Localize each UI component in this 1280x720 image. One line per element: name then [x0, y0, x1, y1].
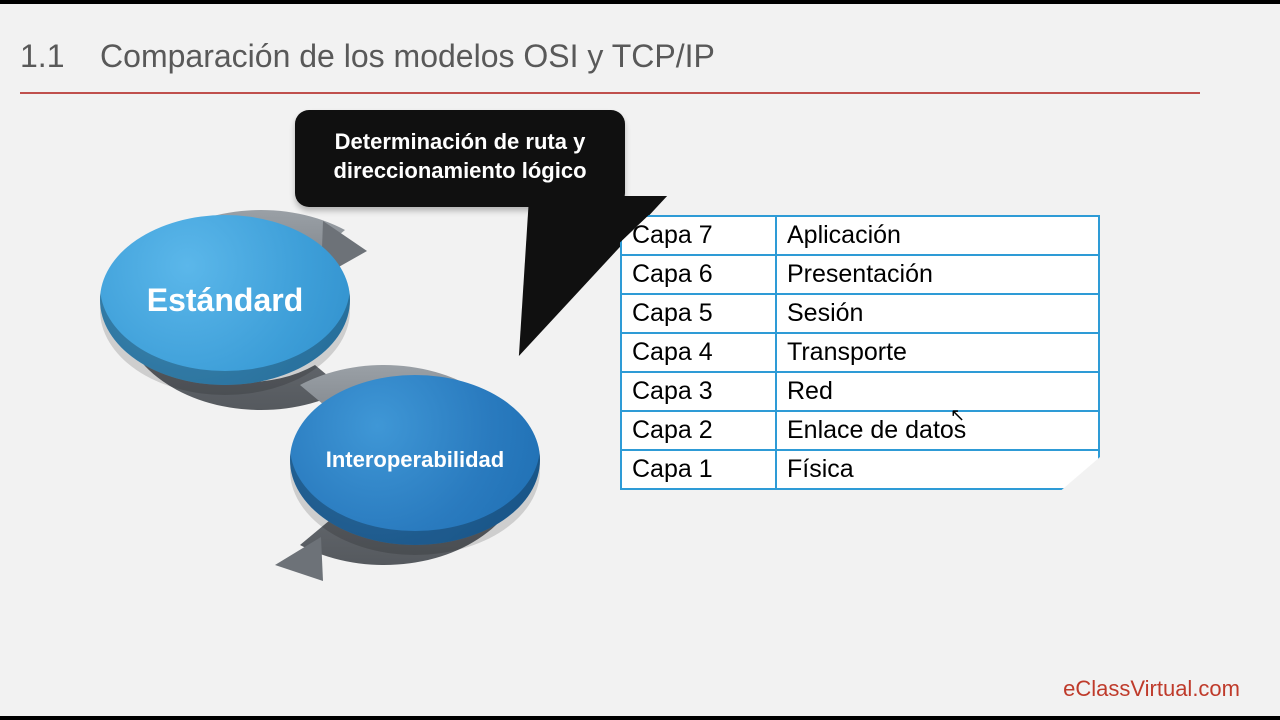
title-underline: [20, 92, 1200, 94]
osi-layers-table: Capa 7AplicaciónCapa 6PresentaciónCapa 5…: [620, 215, 1100, 490]
layer-number-cell: Capa 3: [621, 372, 776, 411]
letterbox-bottom: [0, 716, 1280, 720]
standard-label: Estándard: [147, 282, 303, 319]
table-row: Capa 2Enlace de datos: [621, 411, 1099, 450]
layer-number-cell: Capa 2: [621, 411, 776, 450]
letterbox-top: [0, 0, 1280, 4]
interoperability-label: Interoperabilidad: [326, 447, 504, 473]
layer-name-cell: Física: [776, 450, 1099, 489]
osi-table-card: Capa 7AplicaciónCapa 6PresentaciónCapa 5…: [620, 215, 1100, 490]
layer-name-cell: Sesión: [776, 294, 1099, 333]
layer-number-cell: Capa 4: [621, 333, 776, 372]
layer-name-cell: Red: [776, 372, 1099, 411]
section-title: Comparación de los modelos OSI y TCP/IP: [100, 38, 715, 74]
callout-bubble: Determinación de ruta y direccionamiento…: [295, 110, 625, 207]
layer-name-cell: Presentación: [776, 255, 1099, 294]
table-row: Capa 1Física: [621, 450, 1099, 489]
standard-disc: Estándard: [100, 215, 350, 385]
layer-name-cell: Aplicación: [776, 216, 1099, 255]
interoperability-disc: Interoperabilidad: [290, 375, 540, 545]
table-row: Capa 4Transporte: [621, 333, 1099, 372]
layer-number-cell: Capa 5: [621, 294, 776, 333]
table-row: Capa 7Aplicación: [621, 216, 1099, 255]
table-row: Capa 6Presentación: [621, 255, 1099, 294]
layer-name-cell: Transporte: [776, 333, 1099, 372]
layer-name-cell: Enlace de datos: [776, 411, 1099, 450]
section-number: 1.1: [20, 38, 64, 74]
standards-interop-diagram: Estándard Interoperabilidad: [65, 185, 565, 585]
layer-number-cell: Capa 7: [621, 216, 776, 255]
table-row: Capa 5Sesión: [621, 294, 1099, 333]
table-row: Capa 3Red: [621, 372, 1099, 411]
layer-number-cell: Capa 6: [621, 255, 776, 294]
slide-title: 1.1 Comparación de los modelos OSI y TCP…: [20, 38, 715, 75]
callout-text: Determinación de ruta y direccionamiento…: [333, 129, 586, 183]
layer-number-cell: Capa 1: [621, 450, 776, 489]
attribution-text: eClassVirtual.com: [1063, 676, 1240, 702]
